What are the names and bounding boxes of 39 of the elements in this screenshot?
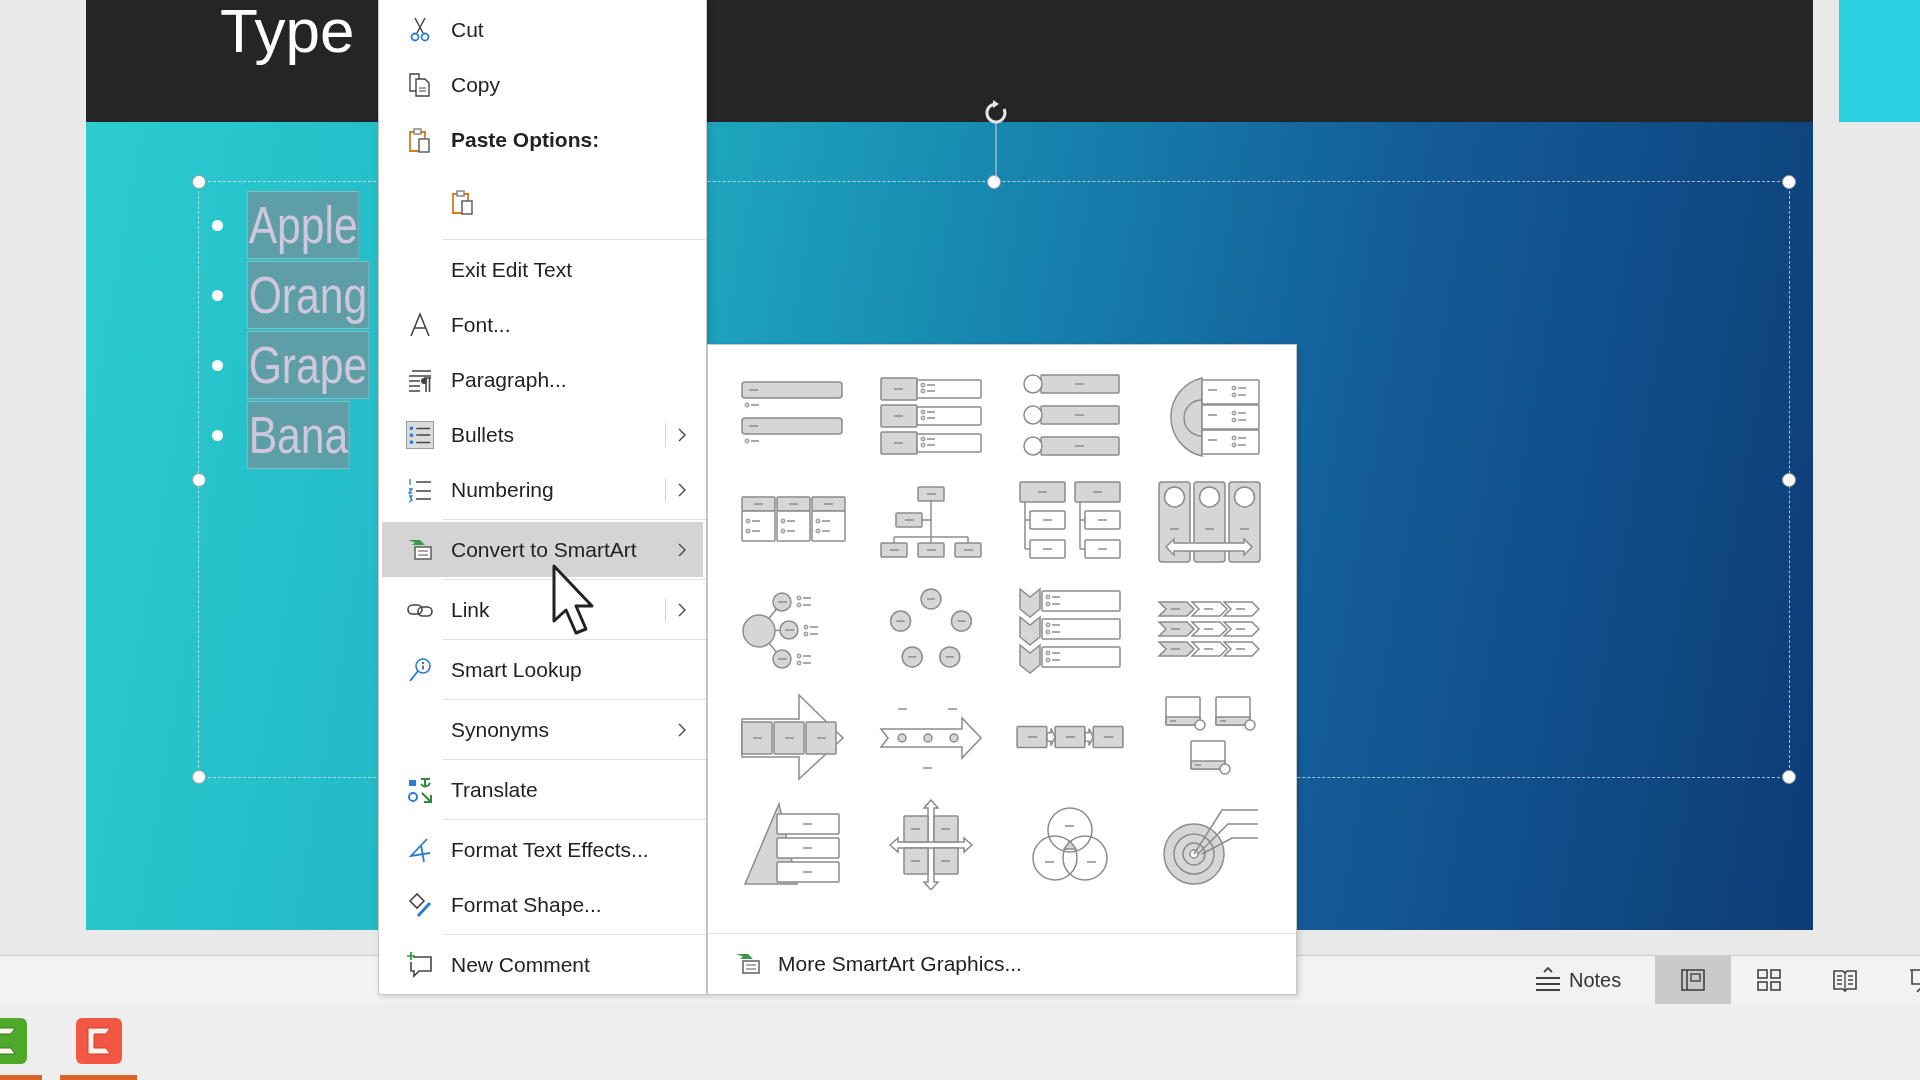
menu-item[interactable]: Synonyms bbox=[382, 702, 703, 757]
bullet-icon bbox=[212, 219, 223, 231]
menu-item[interactable]: Cut bbox=[382, 2, 703, 57]
bullet-text: Bana bbox=[247, 401, 350, 469]
menu-item[interactable]: Exit Edit Text bbox=[382, 242, 703, 297]
menu-item[interactable]: Bullets bbox=[382, 407, 703, 462]
resize-handle[interactable] bbox=[1782, 472, 1796, 487]
menu-item[interactable]: Numbering bbox=[382, 462, 703, 517]
menu-item[interactable]: New Comment bbox=[382, 937, 703, 992]
menu-item[interactable]: Convert to SmartArt bbox=[382, 522, 703, 577]
box-process-icon bbox=[1014, 723, 1125, 750]
resize-handle[interactable] bbox=[192, 175, 206, 189]
menu-item[interactable]: Copy bbox=[382, 57, 703, 112]
resize-handle[interactable] bbox=[987, 175, 1001, 189]
normal-view-icon bbox=[1679, 966, 1708, 994]
bullet-text: Apple bbox=[247, 191, 360, 259]
bullet-icon bbox=[212, 289, 223, 301]
menu-item[interactable]: Translate bbox=[382, 762, 703, 817]
resize-handle[interactable] bbox=[1782, 770, 1796, 784]
menu-item[interactable]: Paragraph... bbox=[382, 352, 703, 407]
more-smartart-button[interactable]: More SmartArt Graphics... bbox=[728, 946, 1028, 982]
bullet-text: Grape bbox=[247, 331, 369, 399]
resize-handle[interactable] bbox=[1782, 175, 1796, 189]
view-button[interactable] bbox=[1655, 956, 1732, 1004]
app-icon bbox=[75, 1018, 122, 1064]
menu-item[interactable]: Link bbox=[382, 582, 703, 637]
resize-handle[interactable] bbox=[192, 472, 206, 487]
resize-handle[interactable] bbox=[192, 770, 206, 784]
notes-button[interactable]: Notes bbox=[1525, 956, 1630, 1004]
grid-view-icon bbox=[1755, 966, 1784, 994]
bullet-icon bbox=[212, 429, 223, 441]
bullet-text: Orang bbox=[247, 261, 369, 329]
menu-item[interactable]: Font... bbox=[382, 297, 703, 352]
menu-item[interactable]: Format Text Effects... bbox=[382, 822, 703, 877]
taskbar-button[interactable] bbox=[60, 1018, 137, 1080]
menu-item[interactable]: Smart Lookup bbox=[382, 642, 703, 697]
menu-heading: Paste Options: bbox=[451, 127, 600, 152]
bullet-icon bbox=[212, 359, 223, 371]
menu-item[interactable]: Format Shape... bbox=[382, 877, 703, 932]
